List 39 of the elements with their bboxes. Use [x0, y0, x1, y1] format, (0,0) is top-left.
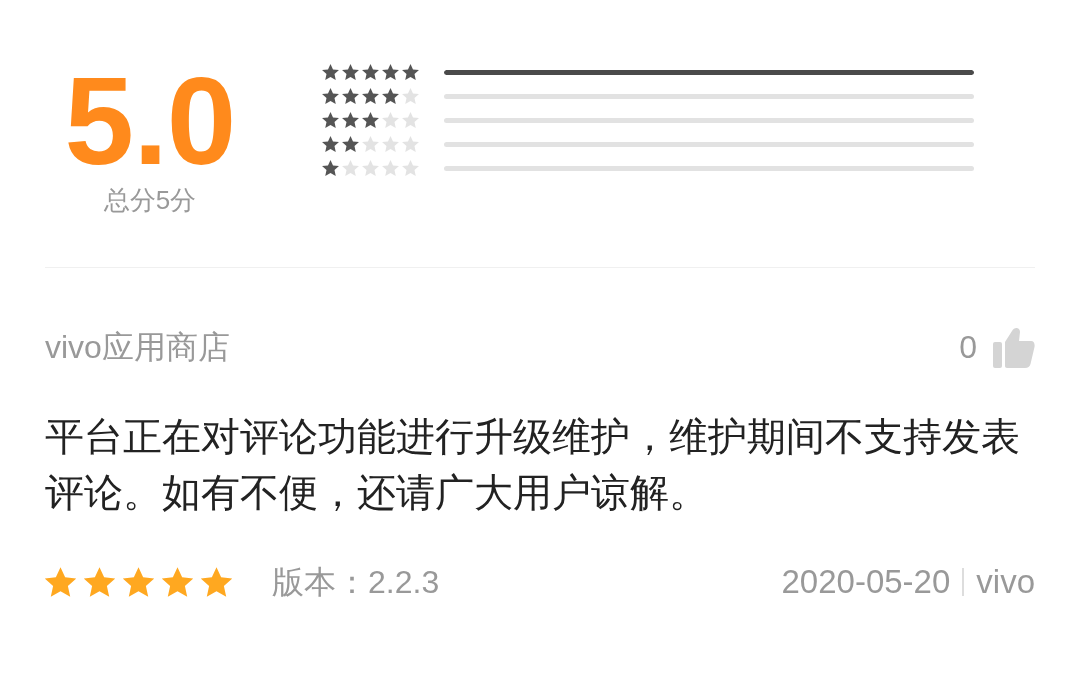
star-icon — [382, 88, 399, 104]
star-icon — [342, 112, 359, 128]
star-icon — [322, 64, 339, 80]
star-icon — [342, 88, 359, 104]
star-icon — [342, 136, 359, 152]
star-icon — [322, 88, 339, 104]
star-icon — [45, 567, 76, 597]
star-icon — [382, 160, 399, 176]
star-icon — [402, 160, 419, 176]
review-author: vivo应用商店 — [45, 328, 230, 367]
thumbs-up-icon — [993, 326, 1035, 368]
star-icon — [402, 136, 419, 152]
star-icon — [362, 64, 379, 80]
star-icon — [342, 64, 359, 80]
star-icon — [123, 567, 154, 597]
review-date: 2020-05-20 — [781, 562, 951, 602]
star-icon — [342, 160, 359, 176]
star-icon — [382, 64, 399, 80]
star-icon — [382, 112, 399, 128]
star-icon — [402, 64, 419, 80]
star-icon — [402, 88, 419, 104]
star-icon — [382, 136, 399, 152]
review-text: 平台正在对评论功能进行升级维护，维护期间不支持发表评论。如有不便，还请广大用户谅解。 — [45, 414, 1021, 516]
star-icon — [362, 112, 379, 128]
star-icon — [362, 88, 379, 104]
star-icon — [362, 136, 379, 152]
star-icon — [322, 112, 339, 128]
score-caption: 总分5分 — [103, 184, 197, 217]
version-label: 版本：2.2.3 — [272, 563, 440, 602]
star-icon — [322, 136, 339, 152]
star-icon — [322, 160, 339, 176]
star-icon — [162, 567, 193, 597]
star-icon — [362, 160, 379, 176]
like-button[interactable]: 0 — [959, 326, 1035, 368]
star-icon — [84, 567, 115, 597]
review-source: vivo — [976, 562, 1035, 602]
score-value: 5.0 — [64, 58, 236, 183]
star-icon — [402, 112, 419, 128]
star-icon — [201, 567, 232, 597]
